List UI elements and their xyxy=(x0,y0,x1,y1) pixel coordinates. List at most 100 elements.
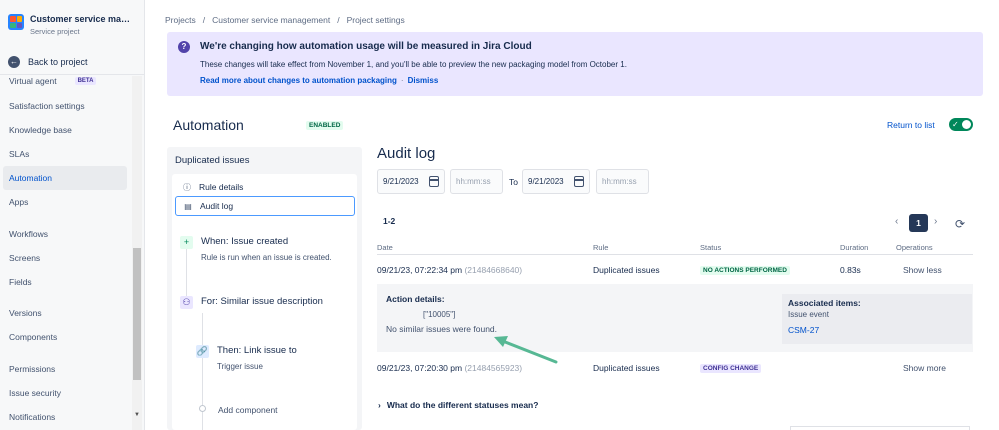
audit-log-title: Audit log xyxy=(377,145,436,162)
component-subtitle: Trigger issue xyxy=(217,362,263,371)
sidebar-item-issue-security[interactable]: Issue security xyxy=(3,381,127,405)
sidebar-item-permissions[interactable]: Permissions xyxy=(3,357,127,381)
show-more-button[interactable]: Show more xyxy=(903,363,946,373)
sidebar-item-label: Workflows xyxy=(9,229,49,239)
project-type: Service project xyxy=(30,27,80,36)
action-details-title: Action details: xyxy=(386,294,445,304)
read-more-link[interactable]: Read more about changes to automation pa… xyxy=(200,76,397,85)
associated-item-type: Issue event xyxy=(788,310,829,319)
rule-enabled-toggle[interactable] xyxy=(949,118,973,131)
chevron-left-icon[interactable]: ‹ xyxy=(895,216,898,227)
refresh-icon[interactable]: ⟳ xyxy=(955,218,965,230)
sidebar-item-workflows[interactable]: Workflows xyxy=(3,222,127,246)
action-component[interactable]: 🔗 Then: Link issue to Trigger issue xyxy=(196,345,297,371)
sidebar-item-label: Apps xyxy=(9,197,29,207)
beta-badge: BETA xyxy=(74,77,97,85)
chevron-right-icon: › xyxy=(378,400,381,410)
row-1-rule: Duplicated issues xyxy=(593,265,660,275)
component-title: For: Similar issue description xyxy=(201,296,323,307)
to-time-field[interactable]: hh:mm:ss xyxy=(596,169,649,194)
sidebar-item-screens[interactable]: Screens xyxy=(3,246,127,270)
banner-text: These changes will take effect from Nove… xyxy=(200,60,627,69)
sidebar-item-satisfaction-settings[interactable]: Satisfaction settings xyxy=(3,94,127,118)
banner-separator: · xyxy=(400,76,404,85)
return-to-list-link[interactable]: Return to list xyxy=(887,120,935,130)
sidebar-item-fields[interactable]: Fields xyxy=(3,270,127,294)
action-details-message: No similar issues were found. xyxy=(386,324,498,334)
sidebar-item-slas[interactable]: SLAs xyxy=(3,142,127,166)
component-subtitle: Rule is run when an issue is created. xyxy=(201,253,332,262)
announcement-banner: ? We're changing how automation usage wi… xyxy=(167,32,983,96)
row-date: 09/21/23, 07:20:30 pm xyxy=(377,363,463,373)
row-date: 09/21/23, 07:22:34 pm xyxy=(377,265,463,275)
sidebar-item-components[interactable]: Components xyxy=(3,325,127,349)
add-component-dot-icon[interactable] xyxy=(199,405,206,412)
add-component-button[interactable]: Add component xyxy=(218,405,278,415)
banner-actions: Read more about changes to automation pa… xyxy=(200,76,438,85)
project-header[interactable]: Customer service manag... Service projec… xyxy=(8,14,134,36)
document-icon: ▤ xyxy=(184,201,192,211)
calendar-icon[interactable] xyxy=(574,176,584,187)
sidebar-scrollbar-thumb[interactable] xyxy=(133,248,141,380)
column-header-rule: Rule xyxy=(593,243,609,252)
to-date-field[interactable]: 9/21/2023 xyxy=(522,169,590,194)
sidebar-item-label: Knowledge base xyxy=(9,125,72,135)
from-date-value: 9/21/2023 xyxy=(383,177,419,186)
sidebar-item-label: Components xyxy=(9,332,58,342)
statuses-help-toggle[interactable]: › What do the different statuses mean? xyxy=(378,400,538,410)
breadcrumb-separator: / xyxy=(337,15,340,25)
column-header-date: Date xyxy=(377,243,393,252)
from-date-field[interactable]: 9/21/2023 xyxy=(377,169,445,194)
row-1-duration: 0.83s xyxy=(840,265,861,275)
component-connector xyxy=(202,313,203,430)
project-name: Customer service manag... xyxy=(30,14,134,24)
question-icon: ? xyxy=(178,41,190,53)
breadcrumb-project-settings[interactable]: Project settings xyxy=(347,15,405,25)
calendar-icon[interactable] xyxy=(429,176,439,187)
to-label: To xyxy=(509,177,518,187)
breadcrumb: Projects / Customer service management /… xyxy=(165,15,405,25)
trigger-component[interactable]: + When: Issue created Rule is run when a… xyxy=(180,236,332,262)
dismiss-link[interactable]: Dismiss xyxy=(408,76,439,85)
rule-panel: Duplicated issues ⓘ Rule details ▤ Audit… xyxy=(167,147,362,430)
sidebar-item-apps[interactable]: Apps xyxy=(3,190,127,214)
action-details-panel: Action details: ["10005"] No similar iss… xyxy=(377,284,973,352)
from-time-field[interactable]: hh:mm:ss xyxy=(450,169,503,194)
sidebar-item-notifications[interactable]: Notifications xyxy=(3,405,127,429)
project-logo xyxy=(8,14,24,30)
breadcrumb-projects[interactable]: Projects xyxy=(165,15,196,25)
page-button-current[interactable]: 1 xyxy=(909,214,928,232)
breadcrumb-project[interactable]: Customer service management xyxy=(212,15,330,25)
chevron-right-icon[interactable]: › xyxy=(934,216,937,227)
back-to-project-label: Back to project xyxy=(28,57,88,67)
component-title: When: Issue created xyxy=(201,236,289,247)
audit-log-nav[interactable]: ▤ Audit log xyxy=(175,196,355,216)
sidebar-item-knowledge-base[interactable]: Knowledge base xyxy=(3,118,127,142)
sidebar-item-label: Notifications xyxy=(9,412,56,422)
sidebar-item-versions[interactable]: Versions xyxy=(3,301,127,325)
project-sidebar: Customer service manag... Service projec… xyxy=(0,0,145,430)
show-less-button[interactable]: Show less xyxy=(903,265,942,275)
back-to-project-link[interactable]: ← Back to project xyxy=(8,56,88,68)
page-title: Automation xyxy=(173,117,244,133)
sidebar-item-label: Satisfaction settings xyxy=(9,101,85,111)
issue-link[interactable]: CSM-27 xyxy=(788,325,966,335)
row-2-rule: Duplicated issues xyxy=(593,363,660,373)
info-icon: ⓘ xyxy=(183,182,191,192)
sidebar-item-virtual-agent[interactable]: Virtual agent BETA xyxy=(3,70,127,92)
table-header-divider xyxy=(377,254,973,255)
sidebar-item-automation[interactable]: Automation xyxy=(3,166,127,190)
sidebar-item-label: Automation xyxy=(9,173,52,183)
associated-items-title: Associated items: xyxy=(788,298,861,308)
scroll-down-arrow-icon[interactable]: ▼ xyxy=(133,412,141,422)
result-count: 1-2 xyxy=(383,216,396,226)
sidebar-item-label: Versions xyxy=(9,308,42,318)
component-title: Then: Link issue to xyxy=(217,345,297,356)
rule-details-nav[interactable]: ⓘ Rule details xyxy=(175,177,355,197)
sidebar-item-label: Virtual agent xyxy=(9,76,57,86)
column-header-status: Status xyxy=(700,243,722,252)
breadcrumb-separator: / xyxy=(202,15,206,25)
branch-component[interactable]: ⚇ For: Similar issue description xyxy=(180,296,323,309)
row-2-date: 09/21/23, 07:20:30 pm (21484565923) xyxy=(377,363,522,373)
column-header-duration: Duration xyxy=(840,243,869,252)
